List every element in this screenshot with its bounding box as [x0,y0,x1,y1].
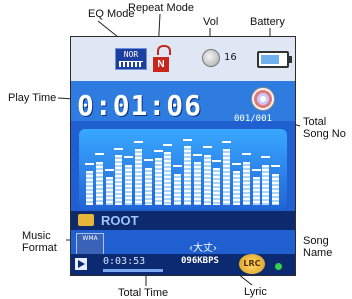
music-format-badge: WMA [76,233,104,255]
spectrum-bar [243,162,250,205]
spectrum-peak [203,146,212,148]
spectrum-bar [272,174,279,205]
spectrum-peak [173,165,182,167]
play-time-display: 0:01:06 [77,89,203,122]
total-song-no-callout-1: Total [303,116,327,128]
spectrum-peak [95,153,104,155]
spectrum-peak [183,139,192,141]
vol-callout: Vol [203,16,219,28]
spectrum-bar [194,162,201,205]
spectrum-peak [163,144,172,146]
spectrum-peak [242,153,251,155]
progress-bar [103,269,163,272]
music-format-callout-1: Music [22,230,51,242]
lyric-callout: Lyric [244,286,267,298]
spectrum-bar [184,146,191,205]
spectrum-bar [204,155,211,205]
repeat-arrow-icon [157,45,171,55]
spectrum-bar [96,162,103,205]
spectrum-peak [222,141,231,143]
player-screen: NOR N 16 0:01:06 001/001 ROOT WMA ‹大丈› 0… [70,36,296,276]
folder-name: ROOT [101,213,139,228]
spectrum-peak [193,154,202,156]
play-icon[interactable] [75,258,87,270]
spectrum-bar [262,165,269,205]
spectrum-peak [271,165,280,167]
total-time-callout: Total Time [118,287,169,299]
status-dot-icon [275,263,282,270]
song-name-callout-1: Song [303,235,329,247]
battery-fill [261,55,279,64]
spectrum-peak [134,141,143,143]
spectrum-bar [125,165,132,205]
bitrate-display: 096KBPS [181,256,219,266]
spectrum-peak [114,148,123,150]
spectrum-bar [155,158,162,205]
spectrum-bar [145,168,152,205]
spectrum-peak [252,169,261,171]
song-name-callout-2: Name [303,247,333,259]
eq-mode-label: NOR [123,50,139,59]
spectrum-bar [135,149,142,205]
eq-bars-icon [119,61,143,67]
lyric-indicator: LRC [239,254,265,274]
battery-callout: Battery [250,16,285,28]
play-time-callout: Play Time [8,92,57,104]
spectrum-bar [223,149,230,205]
song-name: ‹大丈› [189,243,217,254]
spectrum-bar [86,171,93,205]
spectrum-peak [212,160,221,162]
spectrum-peak [85,163,94,165]
spectrum-bar [213,168,220,205]
spectrum-bar [253,177,260,205]
spectrum-bar [233,171,240,205]
volume-knob-icon [202,49,220,67]
disc-icon [251,87,275,111]
repeat-mode-indicator: N [153,57,169,72]
folder-icon [78,214,94,226]
spectrum-peak [154,150,163,152]
battery-icon [257,51,292,68]
eq-mode-indicator: NOR [115,48,147,70]
music-format-callout-2: Format [22,242,57,254]
spectrum-bar [115,155,122,205]
volume-value: 16 [224,52,237,63]
spectrum-analyzer [79,129,287,209]
spectrum-peak [105,169,114,171]
total-time-display: 0:03:53 [103,256,146,267]
song-count: 001/001 [234,114,272,124]
spectrum-bar [106,177,113,205]
spectrum-peak [261,156,270,158]
spectrum-bar [164,152,171,205]
repeat-mode-callout: Repeat Mode [128,2,195,14]
spectrum-bar [174,174,181,205]
spectrum-peak [144,159,153,161]
spectrum-peak [232,163,241,165]
spectrum-peak [124,156,133,158]
total-song-no-callout-2: Song No [303,128,346,140]
